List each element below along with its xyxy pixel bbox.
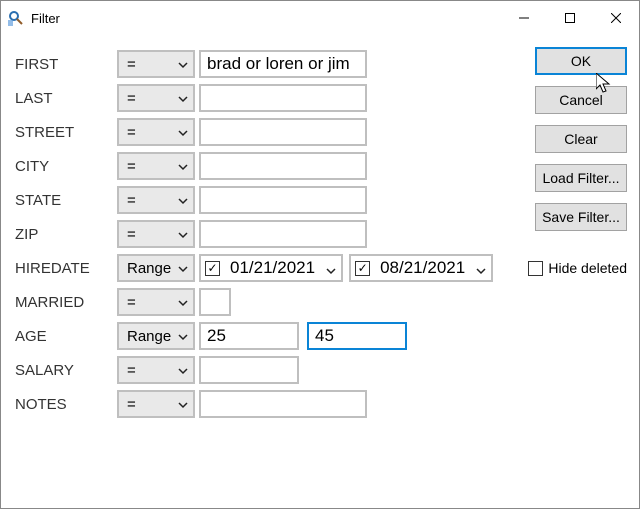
chevron-down-icon bbox=[177, 398, 189, 410]
label-notes: NOTES bbox=[15, 396, 117, 413]
op-notes[interactable]: = bbox=[117, 390, 195, 418]
chevron-down-icon bbox=[177, 58, 189, 70]
chevron-down-icon bbox=[177, 296, 189, 308]
input-age-to[interactable] bbox=[307, 322, 407, 350]
hiredate-from[interactable]: ✓ 01/21/2021 bbox=[199, 254, 343, 282]
op-state[interactable]: = bbox=[117, 186, 195, 214]
filter-window: Filter FIRST = LAST = bbox=[0, 0, 640, 509]
label-married: MARRIED bbox=[15, 294, 117, 311]
hide-deleted-label: Hide deleted bbox=[548, 260, 627, 276]
chevron-down-icon bbox=[177, 126, 189, 138]
input-notes[interactable] bbox=[199, 390, 367, 418]
label-hiredate: HIREDATE bbox=[15, 260, 117, 277]
op-first[interactable]: = bbox=[117, 50, 195, 78]
window-title: Filter bbox=[31, 11, 60, 26]
input-salary[interactable] bbox=[199, 356, 299, 384]
op-salary[interactable]: = bbox=[117, 356, 195, 384]
row-notes: NOTES = bbox=[15, 387, 629, 421]
chevron-down-icon bbox=[325, 262, 337, 274]
input-last[interactable] bbox=[199, 84, 367, 112]
input-state[interactable] bbox=[199, 186, 367, 214]
chevron-down-icon bbox=[177, 330, 189, 342]
minimize-button[interactable] bbox=[501, 3, 547, 33]
label-zip: ZIP bbox=[15, 226, 117, 243]
op-age[interactable]: Range bbox=[117, 322, 195, 350]
input-age-from[interactable] bbox=[199, 322, 299, 350]
op-zip[interactable]: = bbox=[117, 220, 195, 248]
label-age: AGE bbox=[15, 328, 117, 345]
ok-button[interactable]: OK bbox=[535, 47, 627, 75]
cancel-button[interactable]: Cancel bbox=[535, 86, 627, 114]
close-button[interactable] bbox=[593, 3, 639, 33]
save-filter-button[interactable]: Save Filter... bbox=[535, 203, 627, 231]
row-age: AGE Range bbox=[15, 319, 629, 353]
load-filter-button[interactable]: Load Filter... bbox=[535, 164, 627, 192]
checkbox-icon[interactable] bbox=[528, 261, 543, 276]
op-street[interactable]: = bbox=[117, 118, 195, 146]
chevron-down-icon bbox=[177, 194, 189, 206]
chevron-down-icon bbox=[177, 364, 189, 376]
chevron-down-icon bbox=[177, 228, 189, 240]
chevron-down-icon bbox=[177, 262, 189, 274]
label-city: CITY bbox=[15, 158, 117, 175]
row-salary: SALARY = bbox=[15, 353, 629, 387]
label-salary: SALARY bbox=[15, 362, 117, 379]
op-last[interactable]: = bbox=[117, 84, 195, 112]
label-first: FIRST bbox=[15, 56, 117, 73]
row-married: MARRIED = bbox=[15, 285, 629, 319]
client-area: FIRST = LAST = STREET = bbox=[1, 35, 639, 508]
op-married[interactable]: = bbox=[117, 288, 195, 316]
input-zip[interactable] bbox=[199, 220, 367, 248]
checkbox-icon[interactable]: ✓ bbox=[355, 261, 370, 276]
clear-button[interactable]: Clear bbox=[535, 125, 627, 153]
label-street: STREET bbox=[15, 124, 117, 141]
chevron-down-icon bbox=[475, 262, 487, 274]
op-hiredate[interactable]: Range bbox=[117, 254, 195, 282]
hide-deleted-checkbox[interactable]: Hide deleted bbox=[528, 260, 627, 276]
input-street[interactable] bbox=[199, 118, 367, 146]
button-column: OK Cancel Clear Load Filter... Save Filt… bbox=[535, 47, 627, 231]
checkbox-icon[interactable]: ✓ bbox=[205, 261, 220, 276]
chevron-down-icon bbox=[177, 92, 189, 104]
label-last: LAST bbox=[15, 90, 117, 107]
titlebar: Filter bbox=[1, 1, 639, 35]
chevron-down-icon bbox=[177, 160, 189, 172]
input-city[interactable] bbox=[199, 152, 367, 180]
app-icon bbox=[7, 9, 25, 27]
label-state: STATE bbox=[15, 192, 117, 209]
op-city[interactable]: = bbox=[117, 152, 195, 180]
maximize-button[interactable] bbox=[547, 3, 593, 33]
input-married[interactable] bbox=[199, 288, 231, 316]
hiredate-to[interactable]: ✓ 08/21/2021 bbox=[349, 254, 493, 282]
input-first[interactable] bbox=[199, 50, 367, 78]
